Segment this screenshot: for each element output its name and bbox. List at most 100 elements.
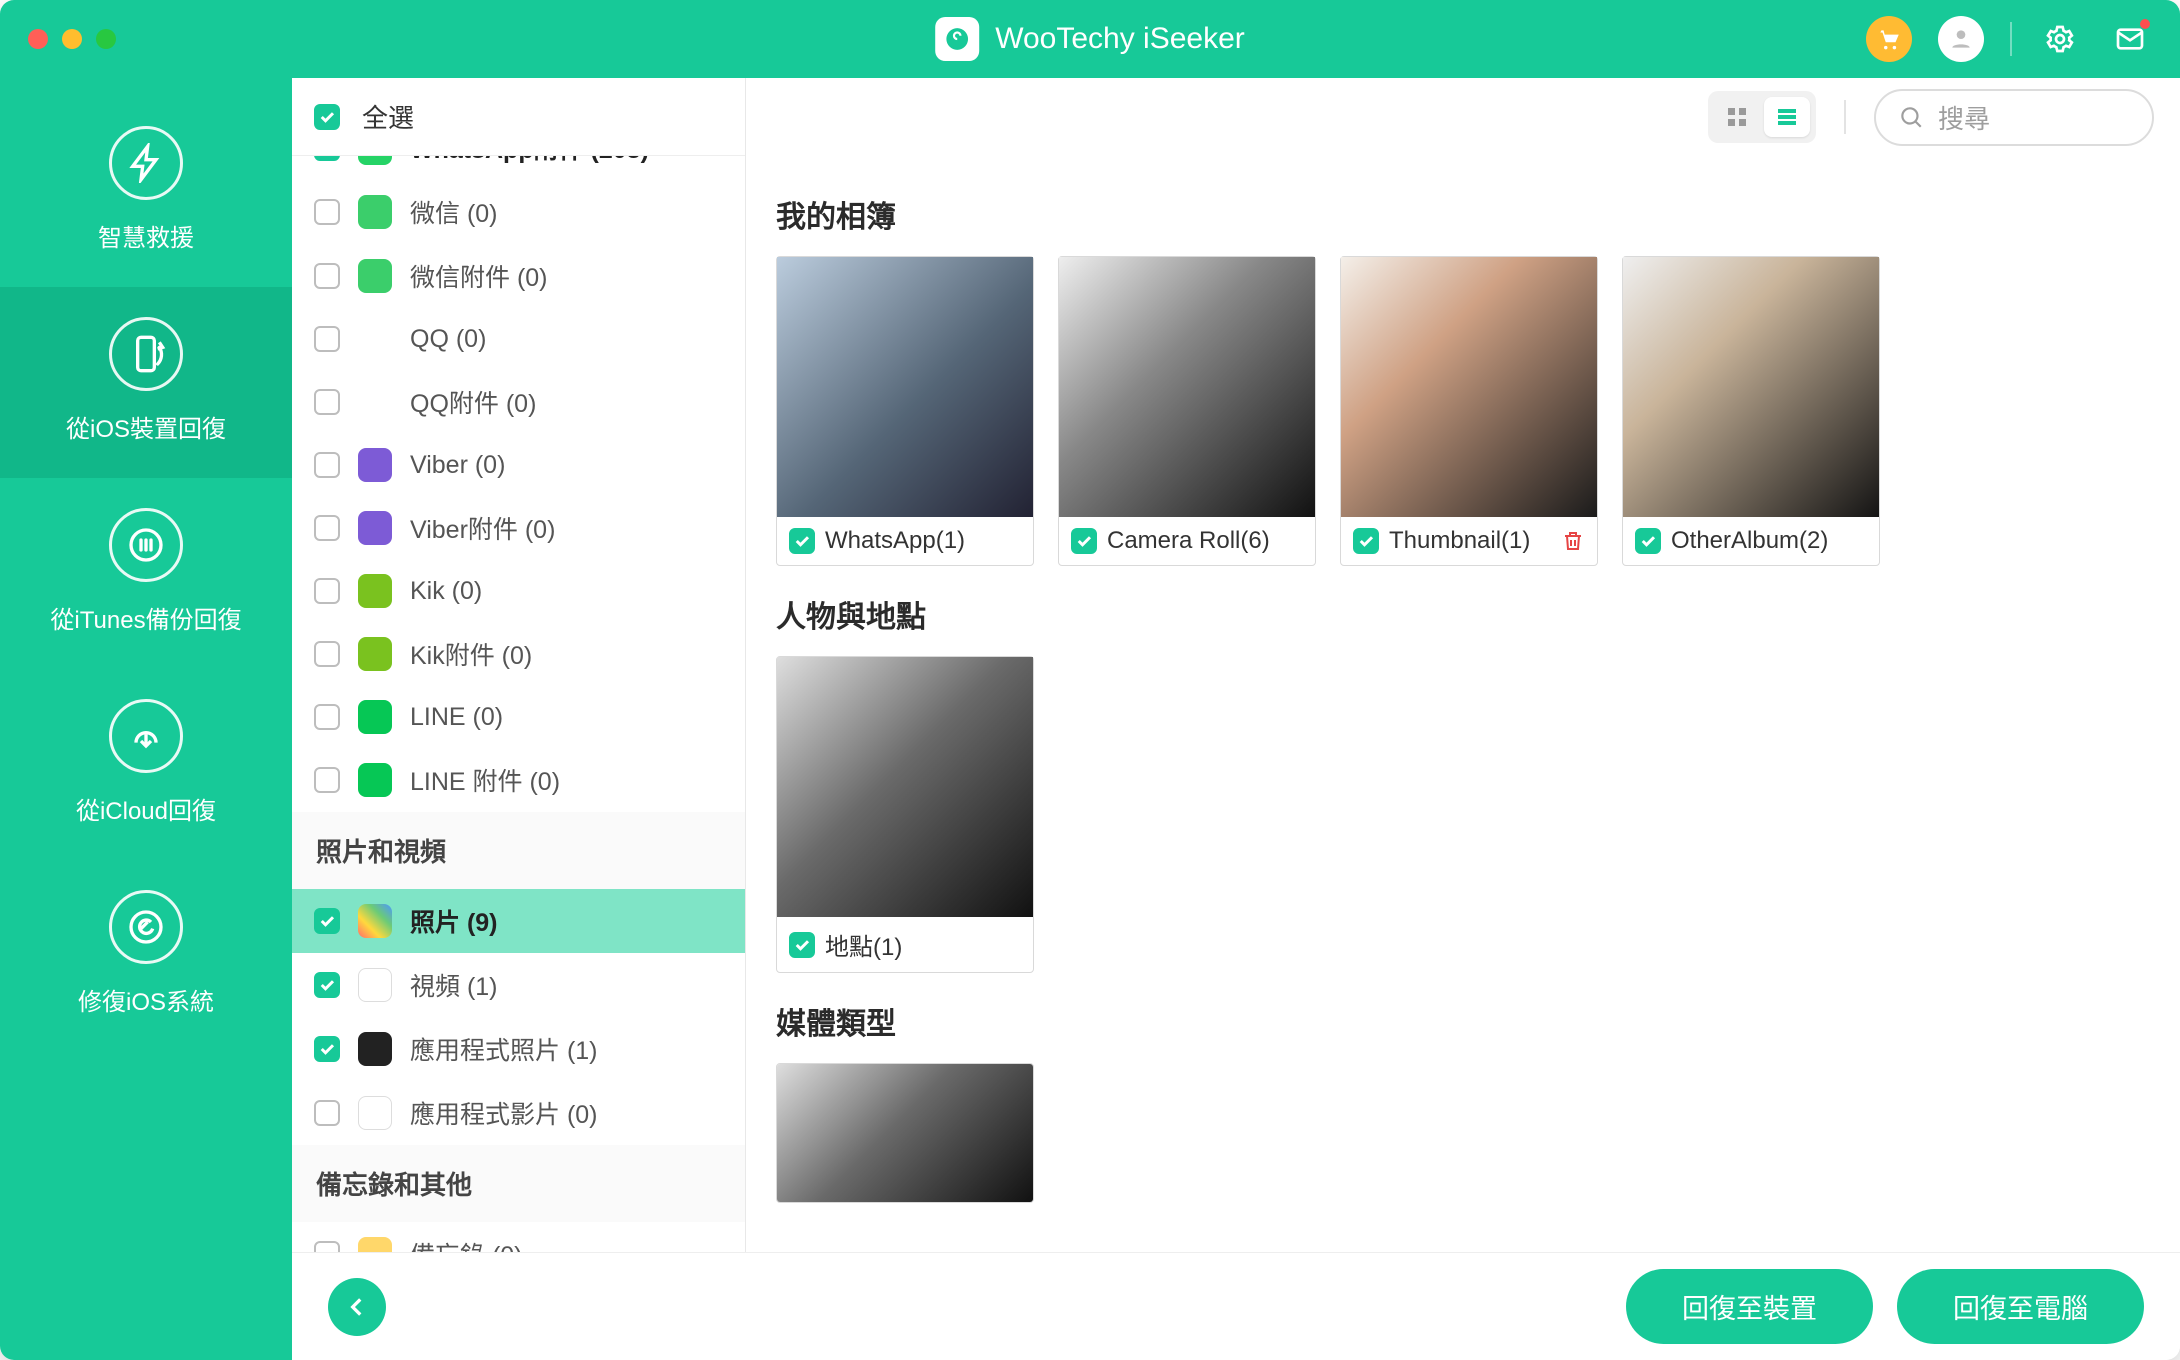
category-label: LINE 附件 (0) bbox=[410, 762, 560, 798]
view-toggle bbox=[1708, 91, 1816, 143]
titlebar-actions bbox=[1866, 16, 2152, 62]
checkbox[interactable] bbox=[1635, 528, 1661, 554]
category-row[interactable]: QQ附件 (0) bbox=[292, 370, 745, 434]
checkbox[interactable] bbox=[789, 528, 815, 554]
album-grid bbox=[776, 1063, 2150, 1203]
checkbox[interactable] bbox=[314, 515, 340, 541]
category-row[interactable]: 應用程式照片 (1) bbox=[292, 1017, 745, 1081]
close-window-button[interactable] bbox=[28, 29, 48, 49]
nav-item[interactable]: 智慧救援 bbox=[0, 96, 292, 287]
messages-button[interactable] bbox=[2108, 17, 2152, 61]
checkbox[interactable] bbox=[314, 908, 340, 934]
album-thumbnail bbox=[777, 657, 1033, 917]
gallery-section-title: 媒體類型 bbox=[776, 999, 2150, 1043]
list-view-button[interactable] bbox=[1764, 97, 1810, 137]
app-icon bbox=[358, 259, 392, 293]
category-label: 應用程式影片 (0) bbox=[410, 1095, 598, 1131]
category-panel: 全選 WhatsApp附件 (203) 微信 (0)微信附件 (0)QQ (0) Q… bbox=[292, 78, 746, 1360]
nav-item[interactable]: 從iTunes備份回復 bbox=[0, 478, 292, 669]
album-caption: Thumbnail(1) bbox=[1341, 517, 1597, 565]
app-icon bbox=[358, 700, 392, 734]
album-card[interactable]: WhatsApp(1) bbox=[776, 256, 1034, 566]
category-row[interactable]: WhatsApp附件 (203) bbox=[292, 156, 745, 180]
category-row[interactable]: 照片 (9) bbox=[292, 889, 745, 953]
app-icon bbox=[358, 763, 392, 797]
checkbox[interactable] bbox=[314, 452, 340, 478]
app-icon bbox=[358, 1032, 392, 1066]
checkbox[interactable] bbox=[1071, 528, 1097, 554]
category-row[interactable]: Viber (0) bbox=[292, 434, 745, 496]
category-label: QQ附件 (0) bbox=[410, 384, 536, 420]
album-card[interactable]: Camera Roll(6) bbox=[1058, 256, 1316, 566]
category-row[interactable]: Kik附件 (0) bbox=[292, 622, 745, 686]
nav-item[interactable]: 從iOS裝置回復 bbox=[0, 287, 292, 478]
checkbox[interactable] bbox=[314, 389, 340, 415]
checkbox[interactable] bbox=[314, 578, 340, 604]
album-card[interactable] bbox=[776, 1063, 1034, 1203]
account-button[interactable] bbox=[1938, 16, 1984, 62]
footer-bar: 回復至裝置 回復至電腦 bbox=[292, 1252, 2180, 1360]
album-grid: 地點(1) bbox=[776, 656, 2150, 973]
app-icon bbox=[358, 968, 392, 1002]
checkbox[interactable] bbox=[789, 932, 815, 958]
checkbox[interactable] bbox=[314, 156, 340, 161]
checkbox[interactable] bbox=[314, 972, 340, 998]
category-row[interactable]: 視頻 (1) bbox=[292, 953, 745, 1017]
category-label: WhatsApp附件 (203) bbox=[410, 156, 649, 166]
category-row[interactable]: 微信附件 (0) bbox=[292, 244, 745, 308]
category-label: Kik (0) bbox=[410, 577, 482, 606]
nav-item[interactable]: 從iCloud回復 bbox=[0, 669, 292, 860]
back-button[interactable] bbox=[328, 1278, 386, 1336]
category-row[interactable]: LINE 附件 (0) bbox=[292, 748, 745, 812]
category-row[interactable]: 微信 (0) bbox=[292, 180, 745, 244]
search-input[interactable]: 搜尋 bbox=[1874, 89, 2154, 146]
checkbox[interactable] bbox=[314, 767, 340, 793]
album-grid: WhatsApp(1) Camera Roll(6) Thumbnail(1) Oth… bbox=[776, 256, 2150, 566]
nav-icon bbox=[109, 508, 183, 582]
category-row[interactable]: Kik (0) bbox=[292, 560, 745, 622]
checkbox[interactable] bbox=[314, 641, 340, 667]
minimize-window-button[interactable] bbox=[62, 29, 82, 49]
album-thumbnail bbox=[1623, 257, 1879, 517]
nav-item[interactable]: 修復iOS系統 bbox=[0, 860, 292, 1051]
recover-to-computer-button[interactable]: 回復至電腦 bbox=[1897, 1269, 2144, 1344]
nav-label: 智慧救援 bbox=[98, 218, 194, 253]
left-nav: 智慧救援從iOS裝置回復從iTunes備份回復從iCloud回復修復iOS系統 bbox=[0, 78, 292, 1360]
nav-label: 從iCloud回復 bbox=[76, 791, 216, 826]
nav-label: 從iOS裝置回復 bbox=[66, 409, 226, 444]
checkbox[interactable] bbox=[314, 704, 340, 730]
grid-view-button[interactable] bbox=[1714, 97, 1760, 137]
category-row[interactable]: LINE (0) bbox=[292, 686, 745, 748]
maximize-window-button[interactable] bbox=[96, 29, 116, 49]
checkbox[interactable] bbox=[314, 326, 340, 352]
trash-icon[interactable] bbox=[1561, 529, 1585, 553]
app-icon bbox=[358, 904, 392, 938]
album-caption: Camera Roll(6) bbox=[1059, 517, 1315, 565]
content-toolbar: 搜尋 bbox=[746, 78, 2180, 156]
app-icon bbox=[358, 637, 392, 671]
category-row[interactable]: QQ (0) bbox=[292, 308, 745, 370]
category-row[interactable]: Viber附件 (0) bbox=[292, 496, 745, 560]
checkbox[interactable] bbox=[1353, 528, 1379, 554]
checkbox[interactable] bbox=[314, 1100, 340, 1126]
album-caption: WhatsApp(1) bbox=[777, 517, 1033, 565]
gallery-section-title: 我的相簿 bbox=[776, 192, 2150, 236]
category-label: 視頻 (1) bbox=[410, 967, 498, 1003]
checkbox[interactable] bbox=[314, 199, 340, 225]
select-all-row[interactable]: 全選 bbox=[292, 78, 745, 156]
album-card[interactable]: OtherAlbum(2) bbox=[1622, 256, 1880, 566]
category-list: WhatsApp附件 (203) 微信 (0)微信附件 (0)QQ (0) QQ附件… bbox=[292, 156, 745, 1360]
album-card[interactable]: 地點(1) bbox=[776, 656, 1034, 973]
album-card[interactable]: Thumbnail(1) bbox=[1340, 256, 1598, 566]
recover-to-device-button[interactable]: 回復至裝置 bbox=[1626, 1269, 1873, 1344]
app-icon bbox=[358, 1096, 392, 1130]
cart-button[interactable] bbox=[1866, 16, 1912, 62]
nav-icon bbox=[109, 126, 183, 200]
checkbox[interactable] bbox=[314, 263, 340, 289]
settings-button[interactable] bbox=[2038, 17, 2082, 61]
gallery-section-title: 人物與地點 bbox=[776, 592, 2150, 636]
category-row[interactable]: 應用程式影片 (0) bbox=[292, 1081, 745, 1145]
checkbox[interactable] bbox=[314, 1036, 340, 1062]
select-all-checkbox[interactable] bbox=[314, 104, 340, 130]
nav-label: 修復iOS系統 bbox=[78, 982, 214, 1017]
